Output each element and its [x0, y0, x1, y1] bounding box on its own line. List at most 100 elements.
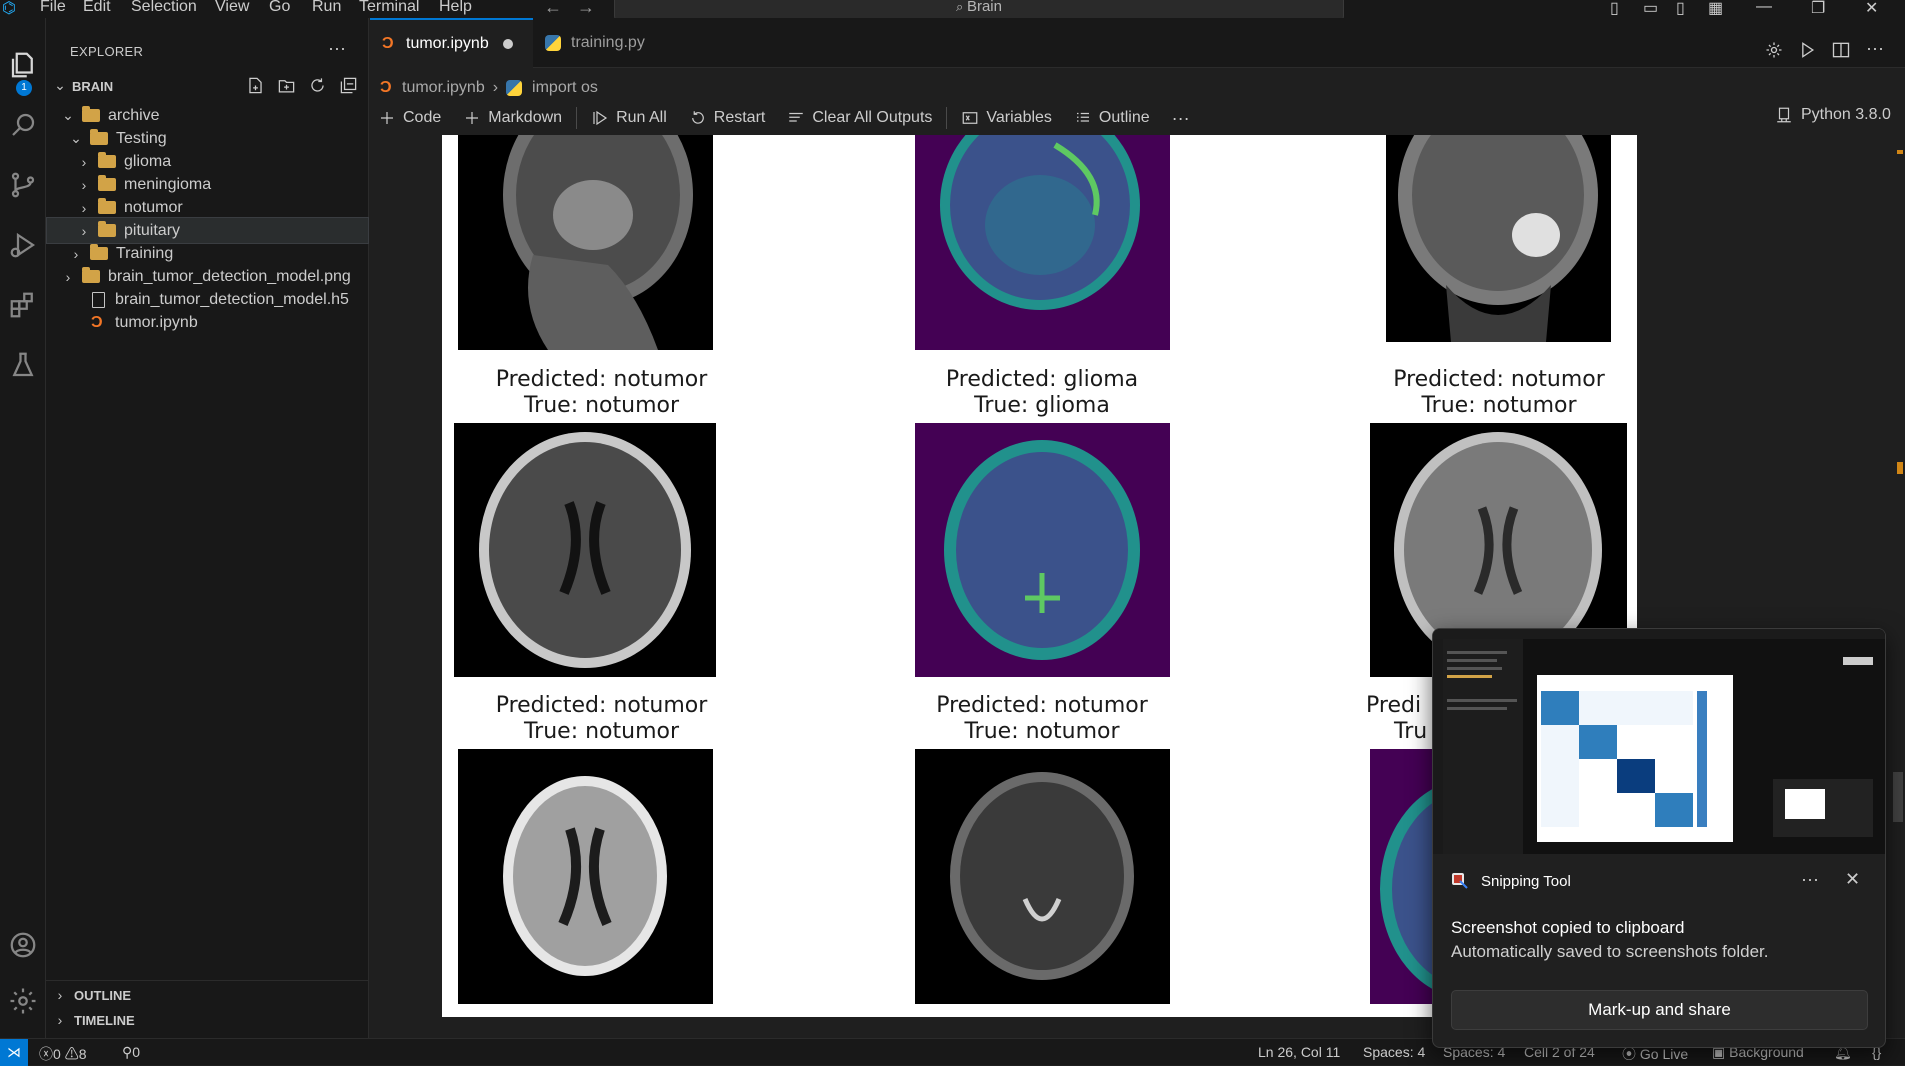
- remote-indicator-icon[interactable]: ⋊: [0, 1039, 28, 1066]
- toolbar-more-icon[interactable]: ···: [1172, 108, 1190, 129]
- error-count: 0: [53, 1046, 61, 1062]
- nav-forward-icon[interactable]: →: [577, 0, 595, 18]
- outline-label: OUTLINE: [74, 987, 132, 1003]
- sidebar-more-icon[interactable]: ···: [328, 38, 346, 59]
- new-file-icon[interactable]: [246, 76, 265, 95]
- toast-body: Automatically saved to screenshots folde…: [1451, 942, 1769, 961]
- outline-section-header[interactable]: › OUTLINE: [46, 982, 369, 1008]
- folder-open-icon: [90, 129, 108, 145]
- toggle-primary-sidebar-icon[interactable]: ▯: [1610, 0, 1619, 18]
- broadcast-icon: ⚲: [122, 1044, 133, 1060]
- overview-ruler-marker: [1897, 462, 1903, 474]
- run-all-button[interactable]: Run All: [591, 109, 667, 127]
- chevron-right-icon: ›: [81, 222, 87, 239]
- menu-terminal[interactable]: Terminal: [359, 0, 419, 16]
- go-live-icon: ⦿: [1622, 1046, 1640, 1062]
- caption-r2c1: Predicted: notumor True: notumor: [458, 367, 745, 419]
- menu-selection[interactable]: Selection: [131, 0, 197, 16]
- nav-back-icon[interactable]: ←: [544, 0, 562, 18]
- tab-tumor-ipynb[interactable]: Ɔ tumor.ipynb: [370, 18, 533, 68]
- minimize-icon[interactable]: —: [1756, 0, 1772, 16]
- new-folder-icon[interactable]: [277, 76, 296, 95]
- testing-icon[interactable]: [0, 342, 46, 388]
- mri-image-r3c1: [458, 749, 713, 1004]
- add-code-cell-button[interactable]: Code: [378, 109, 441, 127]
- manage-gear-icon[interactable]: [0, 978, 46, 1024]
- kernel-picker[interactable]: Python 3.8.0: [1775, 106, 1891, 124]
- cursor-position[interactable]: Ln 26, Col 11: [1258, 1044, 1340, 1060]
- tree-file-tumor-ipynb[interactable]: Ɔ tumor.ipynb: [46, 309, 369, 336]
- toggle-secondary-sidebar-icon[interactable]: ▯: [1676, 0, 1685, 18]
- tree-label: pituitary: [124, 221, 181, 239]
- variables-button[interactable]: Variables: [961, 109, 1052, 127]
- toast-more-icon[interactable]: ···: [1801, 869, 1819, 890]
- vscode-logo-icon[interactable]: ⌬: [2, 0, 18, 17]
- source-control-icon[interactable]: [0, 162, 46, 208]
- editor-scrollbar[interactable]: [1893, 772, 1903, 822]
- refresh-icon[interactable]: [308, 76, 327, 95]
- close-window-icon[interactable]: ✕: [1865, 0, 1878, 18]
- add-markdown-label: Markdown: [488, 109, 563, 126]
- timeline-section-header[interactable]: › TIMELINE: [46, 1007, 369, 1033]
- collapse-all-icon[interactable]: [339, 76, 358, 95]
- toast-app-name: Snipping Tool: [1481, 873, 1571, 890]
- problems-status[interactable]: ⓧ0 ⚠8: [39, 1044, 86, 1064]
- editor-more-icon[interactable]: ···: [1866, 38, 1884, 59]
- breadcrumb-file[interactable]: tumor.ipynb: [402, 79, 485, 97]
- menu-go[interactable]: Go: [269, 0, 290, 16]
- folder-icon: [98, 221, 116, 237]
- run-debug-icon[interactable]: [0, 222, 46, 268]
- chevron-down-icon: ⌄: [70, 130, 82, 146]
- restore-icon[interactable]: ❐: [1811, 0, 1825, 18]
- search-icon[interactable]: [0, 102, 46, 148]
- clear-all-outputs-button[interactable]: Clear All Outputs: [787, 109, 932, 127]
- caption-r3c1: Predicted: notumor True: notumor: [458, 693, 745, 745]
- toggle-panel-icon[interactable]: ▭: [1643, 0, 1658, 18]
- mri-image-r1c1: [458, 135, 713, 350]
- menu-file[interactable]: File: [40, 0, 66, 16]
- breadcrumb-symbol[interactable]: import os: [532, 79, 598, 97]
- menu-help[interactable]: Help: [439, 0, 472, 16]
- chevron-down-icon: ⌄: [62, 107, 74, 123]
- folder-icon: [98, 198, 116, 214]
- menu-view[interactable]: View: [215, 0, 249, 16]
- snipping-tool-notification[interactable]: Snipping Tool ··· ✕ Screenshot copied to…: [1432, 628, 1886, 1048]
- caption-r3c2: Predicted: notumor True: notumor: [897, 693, 1187, 745]
- chevron-right-icon: ›: [57, 987, 63, 1003]
- run-all-icon: [593, 110, 608, 126]
- ports-status[interactable]: ⚲0: [122, 1044, 140, 1061]
- indentation-status[interactable]: Spaces: 4: [1363, 1044, 1425, 1060]
- run-icon[interactable]: [1797, 40, 1817, 64]
- menu-run[interactable]: Run: [312, 0, 341, 16]
- outline-button-label: Outline: [1098, 109, 1150, 126]
- unsaved-dot-icon[interactable]: [502, 39, 513, 49]
- restart-kernel-button[interactable]: Restart: [689, 109, 765, 127]
- outline-button[interactable]: Outline: [1074, 109, 1150, 127]
- tree-label: notumor: [124, 198, 183, 216]
- sidebar-divider: [46, 980, 369, 981]
- explorer-actions: [246, 76, 358, 95]
- add-markdown-cell-button[interactable]: Markdown: [463, 109, 562, 127]
- tree-label: brain_tumor_detection_model.png: [108, 267, 351, 285]
- menu-edit[interactable]: Edit: [83, 0, 111, 16]
- chevron-right-icon: ›: [81, 199, 87, 216]
- customize-layout-icon[interactable]: ▦: [1708, 0, 1723, 18]
- toast-close-icon[interactable]: ✕: [1845, 869, 1860, 890]
- markup-and-share-button[interactable]: Mark-up and share: [1451, 990, 1868, 1030]
- error-icon: ⓧ: [39, 1046, 53, 1062]
- plus-icon: [381, 112, 393, 124]
- tree-label: meningioma: [124, 175, 212, 193]
- screenshot-preview-thumbnail[interactable]: [1433, 629, 1885, 854]
- predicted-label: Predicted: notumor: [495, 367, 708, 392]
- warning-count: 8: [78, 1046, 87, 1062]
- notebook-settings-gear-icon[interactable]: [1764, 40, 1784, 64]
- account-icon[interactable]: [0, 922, 46, 968]
- extensions-icon[interactable]: [0, 282, 46, 328]
- split-editor-icon[interactable]: [1831, 40, 1851, 64]
- chevron-right-icon: ›: [81, 153, 87, 170]
- breadcrumb: Ɔ tumor.ipynb › import os: [380, 76, 598, 100]
- title-bar: ⌬ File Edit Selection View Go Run Termin…: [0, 0, 1905, 22]
- tab-training-py[interactable]: training.py: [533, 18, 681, 68]
- folder-icon: [82, 267, 100, 283]
- mri-image-r2c2: [915, 423, 1170, 677]
